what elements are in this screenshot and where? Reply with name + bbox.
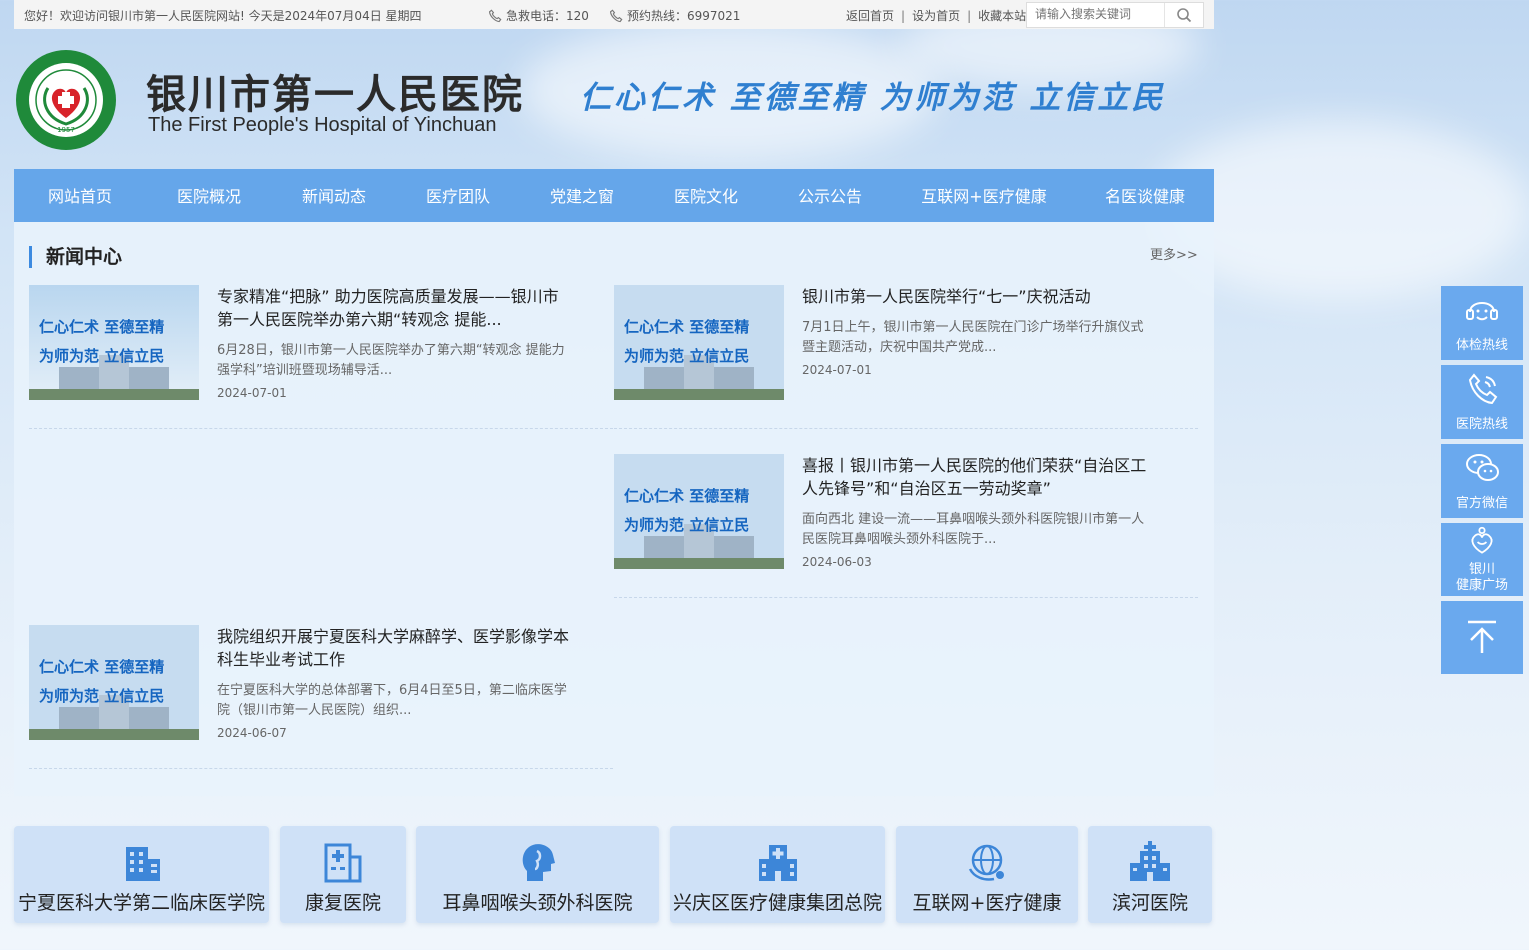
ent-head-icon bbox=[522, 844, 555, 881]
news-thumbnail[interactable] bbox=[29, 285, 199, 400]
hospital-building-icon bbox=[125, 847, 160, 881]
hospital-motto: 仁心仁术 至德至精 为师为范 立信立民 bbox=[580, 80, 1166, 116]
appointment-text: 预约热线：6997021 bbox=[627, 9, 741, 23]
nav-overview[interactable]: 医院概况 bbox=[146, 169, 272, 222]
headset-icon bbox=[1466, 302, 1498, 321]
sidebar-label: 医院热线 bbox=[1455, 417, 1508, 432]
search-input[interactable] bbox=[1027, 3, 1173, 25]
news-desc: 6月28日，银川市第一人民医院举办了第六期“转观念 提能力 强学科”培训班暨现场… bbox=[217, 343, 565, 378]
nav-announcements[interactable]: 公示公告 bbox=[768, 169, 892, 222]
thumb-text: 仁心仁术 至德至精 bbox=[39, 318, 165, 336]
news-title[interactable]: 我院组织开展宁夏医科大学麻醉学、医学影像学本科生毕业考试工作 bbox=[217, 625, 572, 671]
news-item[interactable]: 仁心仁术 至德至精 为师为范 立信立民 银川市第一人民医院举行“七一”庆祝活动 … bbox=[614, 285, 1198, 429]
news-center-title: 新闻中心 bbox=[29, 246, 122, 268]
thumb-text: 仁心仁术 至德至精 bbox=[624, 487, 750, 505]
arrow-up-icon bbox=[1468, 620, 1496, 653]
nav-medical-team[interactable]: 医疗团队 bbox=[396, 169, 520, 222]
card-label: 兴庆区医疗健康集团总院 bbox=[672, 892, 882, 914]
thumb-text: 为师为范 立信立民 bbox=[624, 516, 750, 534]
card-xingqing-group[interactable]: 兴庆区医疗健康集团总院 bbox=[670, 826, 885, 923]
news-item[interactable]: 仁心仁术 至德至精 为师为范 立信立民 我院组织开展宁夏医科大学麻醉学、医学影像… bbox=[29, 625, 613, 769]
sidebar-label: 体检热线 bbox=[1455, 338, 1508, 353]
sidebar-exam-hotline[interactable]: 体检热线 bbox=[1441, 286, 1523, 360]
card-internet-health[interactable]: 互联网+医疗健康 bbox=[896, 826, 1078, 923]
thumb-text: 仁心仁术 至德至精 bbox=[624, 318, 750, 336]
thumb-text: 为师为范 立信立民 bbox=[39, 347, 165, 365]
logo-year: 1957 bbox=[57, 126, 75, 134]
back-to-top-button[interactable] bbox=[1441, 601, 1523, 674]
sidebar-health-plaza[interactable]: 银川 健康广场 bbox=[1441, 523, 1523, 596]
card-ent-hospital[interactable]: 耳鼻咽喉头颈外科医院 bbox=[416, 826, 659, 923]
news-desc: 7月1日上午，银川市第一人民医院在门诊广场举行升旗仪式暨主题活动，庆祝中国共产党… bbox=[802, 320, 1144, 355]
phone-icon bbox=[609, 9, 623, 22]
nav-news[interactable]: 新闻动态 bbox=[272, 169, 396, 222]
hospital-logo: 1957 bbox=[16, 50, 116, 150]
search-button[interactable] bbox=[1164, 3, 1203, 27]
news-date: 2024-07-01 bbox=[802, 363, 872, 377]
card-label: 互联网+医疗健康 bbox=[912, 892, 1062, 914]
card-binhe-hospital[interactable]: 滨河医院 bbox=[1088, 826, 1212, 923]
news-thumbnail[interactable] bbox=[29, 625, 199, 740]
nav-culture[interactable]: 医院文化 bbox=[644, 169, 768, 222]
card-rehab-hospital[interactable]: 康复医院 bbox=[280, 826, 406, 923]
top-links: 返回首页 | 设为首页 | 收藏本站 bbox=[846, 9, 1027, 23]
news-title[interactable]: 喜报丨银川市第一人民医院的他们荣获“自治区工人先锋号”和“自治区五一劳动奖章” bbox=[802, 454, 1157, 500]
top-bar: 您好！欢迎访问银川市第一人民医院网站! 今天是2024年07月04日 星期四 急… bbox=[14, 0, 1214, 29]
main-nav: 网站首页 医院概况 新闻动态 医疗团队 党建之窗 医院文化 公示公告 互联网+医… bbox=[14, 169, 1214, 222]
nav-home[interactable]: 网站首页 bbox=[14, 169, 146, 222]
news-date: 2024-07-01 bbox=[217, 386, 287, 400]
news-desc: 面向西北 建设一流——耳鼻咽喉头颈外科医院银川市第一人民医院耳鼻咽喉头颈外科医院… bbox=[802, 512, 1145, 547]
site-title: 银川市第一人民医院 bbox=[146, 71, 524, 118]
link-home[interactable]: 返回首页 bbox=[846, 9, 894, 23]
news-title[interactable]: 专家精准“把脉” 助力医院高质量发展——银川市第一人民医院举办第六期“转观念 提… bbox=[217, 285, 572, 331]
emergency-phone: 急救电话：120 bbox=[488, 7, 589, 24]
card-second-clinical-college[interactable]: 宁夏医科大学第二临床医学院 bbox=[14, 826, 269, 923]
sidebar-official-wechat[interactable]: 官方微信 bbox=[1441, 444, 1523, 518]
hospital-icon bbox=[1130, 841, 1170, 881]
medical-group-icon bbox=[758, 845, 797, 881]
link-sethome[interactable]: 设为首页 bbox=[912, 9, 960, 23]
wechat-icon bbox=[1466, 454, 1499, 481]
news-thumbnail[interactable] bbox=[614, 454, 784, 569]
internet-health-icon bbox=[968, 844, 1004, 881]
news-center-panel: 新闻中心 更多>> 仁心仁术 至德至精 为师为范 立信立民 专家精准“把脉” 助… bbox=[14, 222, 1214, 796]
link-favorite[interactable]: 收藏本站 bbox=[978, 9, 1026, 23]
search-icon bbox=[1177, 8, 1192, 23]
search-box bbox=[1026, 2, 1204, 28]
news-item[interactable]: 仁心仁术 至德至精 为师为范 立信立民 专家精准“把脉” 助力医院高质量发展——… bbox=[29, 285, 613, 429]
card-label: 康复医院 bbox=[304, 892, 381, 914]
card-label: 滨河医院 bbox=[1111, 892, 1188, 914]
nav-doctor-talks[interactable]: 名医谈健康 bbox=[1076, 169, 1214, 222]
sidebar-label: 官方微信 bbox=[1455, 496, 1508, 511]
news-desc: 在宁夏医科大学的总体部署下，6月4日至5日，第二临床医学院（银川市第一人民医院）… bbox=[217, 683, 567, 718]
more-link[interactable]: 更多>> bbox=[1150, 244, 1198, 263]
thumb-text: 为师为范 立信立民 bbox=[39, 687, 165, 705]
nav-internet-health[interactable]: 互联网+医疗健康 bbox=[892, 169, 1076, 222]
news-date: 2024-06-07 bbox=[217, 726, 287, 740]
sidebar-label: 银川 bbox=[1468, 562, 1495, 577]
sidebar-label: 健康广场 bbox=[1455, 578, 1508, 593]
emergency-text: 急救电话：120 bbox=[506, 9, 589, 23]
sidebar-hospital-hotline[interactable]: 医院热线 bbox=[1441, 365, 1523, 439]
phone-icon bbox=[1468, 373, 1498, 405]
news-title[interactable]: 银川市第一人民医院举行“七一”庆祝活动 bbox=[802, 285, 1157, 308]
nav-party[interactable]: 党建之窗 bbox=[520, 169, 644, 222]
health-plaza-icon bbox=[1471, 526, 1493, 554]
news-thumbnail[interactable] bbox=[614, 285, 784, 400]
rehab-building-icon bbox=[324, 843, 362, 883]
phone-icon bbox=[488, 9, 502, 22]
welcome-text: 您好！欢迎访问银川市第一人民医院网站! 今天是2024年07月04日 星期四 bbox=[24, 9, 422, 23]
thumb-text: 仁心仁术 至德至精 bbox=[39, 658, 165, 676]
appointment-phone: 预约热线：6997021 bbox=[609, 7, 740, 24]
news-item[interactable]: 仁心仁术 至德至精 为师为范 立信立民 喜报丨银川市第一人民医院的他们荣获“自治… bbox=[614, 454, 1198, 598]
site-title-english: The First People's Hospital of Yinchuan bbox=[148, 114, 497, 136]
card-label: 耳鼻咽喉头颈外科医院 bbox=[442, 892, 633, 914]
news-date: 2024-06-03 bbox=[802, 555, 872, 569]
card-label: 宁夏医科大学第二临床医学院 bbox=[17, 892, 265, 914]
thumb-text: 为师为范 立信立民 bbox=[624, 347, 750, 365]
